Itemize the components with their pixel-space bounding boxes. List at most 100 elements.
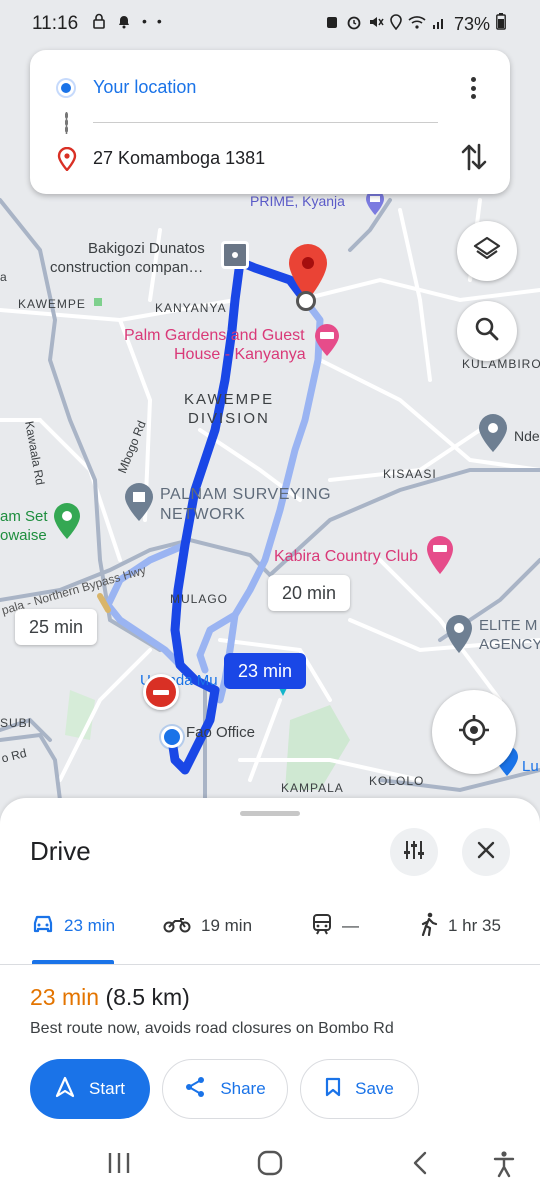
route-time-alt-b[interactable]: 25 min — [15, 609, 97, 645]
origin-dot-icon — [58, 80, 74, 96]
lock-icon — [92, 13, 106, 34]
tabs-divider — [0, 964, 540, 965]
walk-icon — [420, 912, 438, 941]
sheet-drag-handle[interactable] — [240, 811, 300, 816]
motorcycle-icon — [163, 914, 191, 939]
my-location-button[interactable] — [432, 690, 516, 774]
location-icon — [390, 13, 402, 35]
destination-field[interactable]: 27 Komamboga 1381 — [93, 148, 265, 169]
label-bakigozi-line1[interactable]: Bakigozi Dunatos — [88, 240, 205, 257]
sheet-title: Drive — [30, 836, 91, 866]
layers-icon — [473, 235, 501, 268]
close-icon — [477, 841, 495, 864]
tab-motorcycle-label: 19 min — [201, 916, 253, 935]
label-kawempe-division-line2: DIVISION — [188, 410, 270, 427]
label-lu[interactable]: Lu — [522, 758, 539, 775]
tab-walk[interactable]: 1 hr 35 — [420, 906, 501, 946]
garden-marker-icon[interactable] — [52, 502, 82, 540]
navigation-arrow-icon — [55, 1076, 75, 1103]
label-kabira[interactable]: Kabira Country Club — [274, 548, 418, 566]
destination-pin-small-icon — [57, 146, 77, 176]
label-palnam-line1[interactable]: PALNAM SURVEYING — [160, 486, 331, 504]
elite-marker-icon[interactable] — [444, 614, 474, 654]
route-time-selected[interactable]: 23 min — [224, 653, 306, 689]
tab-walk-label: 1 hr 35 — [448, 916, 501, 935]
current-location-dot — [161, 726, 183, 748]
label-palm-gardens-line1[interactable]: Palm Gardens and Guest — [124, 327, 305, 345]
route-description: Best route now, avoids road closures on … — [30, 1020, 394, 1037]
label-subi: SUBI — [0, 716, 33, 730]
back-button[interactable] — [410, 1150, 430, 1181]
status-bar: 11:16 • • 73% — [0, 0, 540, 48]
destination-end-marker — [296, 291, 316, 311]
kabira-hotel-marker-icon[interactable] — [425, 535, 455, 575]
tab-drive[interactable]: 23 min — [32, 906, 115, 946]
system-navigation-bar — [0, 1130, 540, 1200]
route-duration: 23 min — [30, 984, 100, 1010]
fields-divider — [93, 122, 438, 123]
signal-icon — [432, 14, 446, 35]
road-closure-icon[interactable] — [143, 674, 179, 710]
label-bakigozi-line2[interactable]: construction compan… — [50, 259, 203, 276]
origin-field[interactable]: Your location — [93, 77, 196, 98]
park-marker-icon — [94, 298, 102, 306]
label-kisaasi: KISAASI — [383, 467, 437, 481]
wifi-icon — [408, 14, 426, 35]
layers-button[interactable] — [457, 221, 517, 281]
save-button[interactable]: Save — [300, 1059, 419, 1119]
alarm-icon — [346, 14, 362, 35]
swap-icon — [461, 143, 487, 171]
label-palm-gardens-line2[interactable]: House - Kanyanya — [174, 346, 306, 364]
label-kawempe-area: KAWEMPE — [18, 297, 86, 311]
more-dot-icon-2 — [470, 85, 476, 91]
label-prime-kyanja[interactable]: PRIME, Kyanja — [250, 193, 345, 209]
status-system-icons: 73% — [324, 13, 506, 35]
more-options-button[interactable] — [462, 74, 484, 102]
bell-icon — [116, 13, 132, 34]
route-options-button[interactable] — [390, 828, 438, 876]
label-kulambiro: KULAMBIRO — [462, 357, 540, 371]
search-icon — [474, 316, 500, 347]
start-button[interactable]: Start — [30, 1059, 150, 1119]
mute-icon — [368, 14, 384, 35]
tab-drive-label: 23 min — [64, 916, 116, 935]
status-time: 11:16 — [32, 13, 79, 34]
tab-transit[interactable]: — — [312, 906, 359, 946]
bakigozi-place-marker-icon[interactable] — [221, 241, 249, 269]
tune-icon — [402, 838, 426, 867]
home-icon — [257, 1150, 283, 1176]
share-icon — [184, 1076, 206, 1103]
route-time-alt-a[interactable]: 20 min — [268, 575, 350, 611]
back-icon — [413, 1151, 427, 1175]
car-icon — [32, 914, 54, 939]
close-button[interactable] — [462, 828, 510, 876]
palnam-marker-icon[interactable] — [123, 482, 155, 522]
label-amset-line2[interactable]: owaise — [0, 527, 47, 544]
status-notification-icons: • • — [92, 13, 162, 34]
place-marker-nde-icon[interactable] — [477, 413, 509, 453]
tab-motorcycle[interactable]: 19 min — [163, 906, 252, 946]
swap-directions-button[interactable] — [460, 142, 488, 177]
label-amset-line1[interactable]: am Set — [0, 508, 48, 525]
recent-apps-button[interactable] — [107, 1150, 131, 1181]
share-label: Share — [220, 1079, 266, 1098]
train-icon — [312, 913, 332, 940]
directions-card: Your location 27 Komamboga 1381 — [30, 50, 510, 194]
label-fao-office[interactable]: Fao Office — [186, 724, 255, 741]
tab-transit-label: — — [342, 916, 359, 935]
label-elite-line2[interactable]: AGENCY — [479, 636, 540, 653]
label-kawempe-division-line1: KAWEMPE — [184, 391, 275, 408]
label-kanyanya: KANYANYA — [155, 301, 227, 315]
search-along-route-button[interactable] — [457, 301, 517, 361]
label-palnam-line2[interactable]: NETWORK — [160, 506, 245, 524]
label-kololo: KOLOLO — [369, 774, 425, 788]
bookmark-icon — [325, 1077, 341, 1102]
label-elite-line1[interactable]: ELITE M — [479, 617, 537, 634]
accessibility-icon — [493, 1151, 515, 1178]
dot-icon-2: • — [156, 13, 162, 29]
label-nde[interactable]: Nde — [514, 428, 540, 444]
share-button[interactable]: Share — [162, 1059, 288, 1119]
accessibility-button[interactable] — [492, 1150, 516, 1183]
hotel-marker-icon[interactable] — [313, 323, 341, 357]
home-button[interactable] — [257, 1150, 283, 1181]
